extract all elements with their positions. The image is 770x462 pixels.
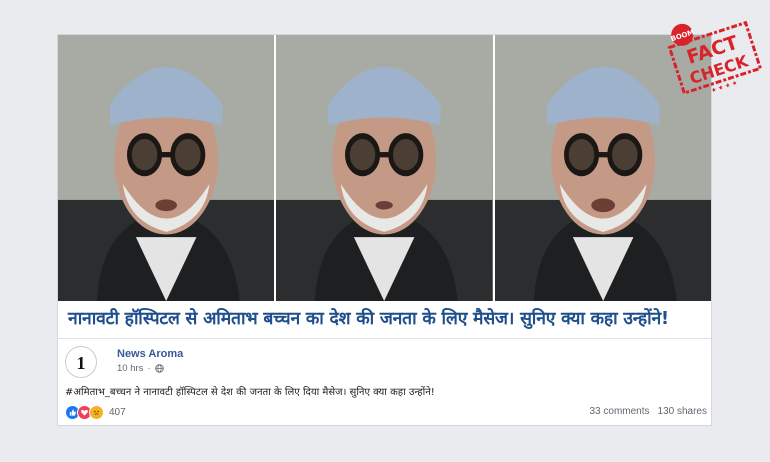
divider xyxy=(58,338,711,339)
sad-reaction-icon xyxy=(89,405,104,420)
video-frame-2 xyxy=(276,35,493,301)
reaction-count: 407 xyxy=(109,407,126,418)
shares-count-link[interactable]: 130 shares xyxy=(658,406,707,417)
video-frame-1 xyxy=(58,35,275,301)
video-headline: नानावटी हॉस्पिटल से अमिताभ बच्चन का देश … xyxy=(68,309,669,329)
page-name-link[interactable]: News Aroma xyxy=(117,348,183,360)
fact-check-stamp: FACT CHECK BOOM ★ ★ ★ ★ xyxy=(667,20,763,95)
engagement-stats: 33 comments 130 shares xyxy=(589,406,707,417)
reactions-bar[interactable]: 407 xyxy=(65,405,126,420)
globe-icon xyxy=(154,364,164,373)
facebook-post-card: नानावटी हॉस्पिटल से अमिताभ बच्चन का देश … xyxy=(57,34,712,426)
meta-separator: · xyxy=(147,363,151,374)
comments-count-link[interactable]: 33 comments xyxy=(589,406,649,417)
video-frames xyxy=(58,35,711,301)
avatar-logo-text: 1 xyxy=(77,353,86,373)
post-time[interactable]: 10 hrs xyxy=(117,363,143,374)
post-meta: 10 hrs · xyxy=(117,363,164,374)
page-avatar[interactable]: 1 xyxy=(65,346,97,378)
post-text: #अमिताभ_बच्चन ने नानावटी हॉस्पिटल से देश… xyxy=(65,387,435,398)
